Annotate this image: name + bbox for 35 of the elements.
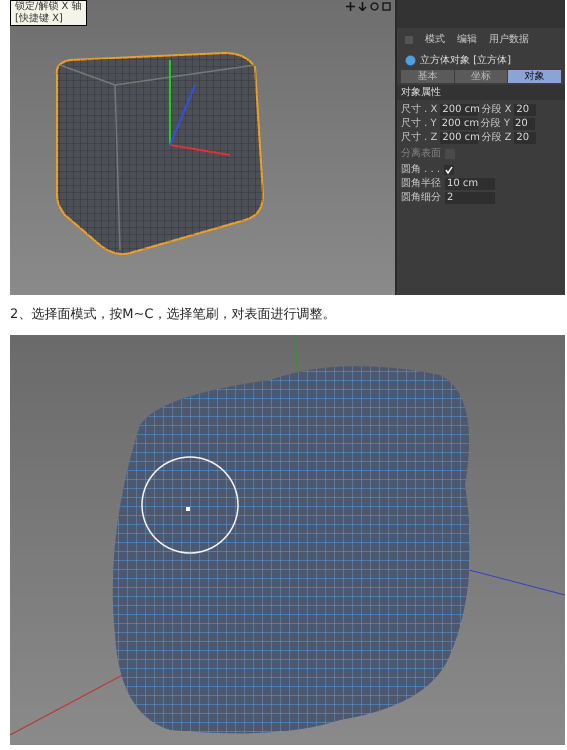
arrow-down-icon[interactable] — [358, 2, 367, 11]
field-label: 分离表面 — [401, 148, 441, 160]
number-field[interactable]: 200 cm — [440, 104, 478, 116]
tab[interactable]: 坐标 — [454, 70, 508, 83]
tooltip-text: [快捷键 X] — [15, 13, 64, 25]
number-field[interactable]: 20 — [514, 104, 536, 116]
field-label: 分段 Z — [481, 132, 512, 144]
tooltip-text: 锁定/解锁 X 轴 — [15, 1, 82, 12]
field-label: 尺寸 . Y — [401, 118, 437, 130]
field-label: 分段 Y — [480, 118, 510, 130]
number-field[interactable]: 200 cm — [440, 118, 478, 130]
menu-item[interactable]: 用户数据 — [489, 32, 529, 47]
frame-icon[interactable] — [382, 2, 391, 11]
number-field[interactable]: 200 cm — [440, 132, 478, 144]
rotate-icon[interactable] — [370, 2, 379, 11]
move-icon[interactable] — [346, 2, 355, 11]
field-label: 圆角细分 — [401, 192, 441, 204]
field-label: 尺寸 . Z — [401, 132, 438, 144]
number-field[interactable]: 10 cm — [445, 178, 495, 190]
number-field[interactable]: 20 — [512, 118, 535, 130]
menu-item[interactable]: 模式 — [425, 32, 445, 47]
number-field[interactable]: 2 — [445, 192, 495, 204]
field-label: 圆角半径 — [401, 178, 441, 190]
object-title: 立方体对象 [立方体] — [420, 54, 511, 68]
field-label: 尺寸 . X — [401, 104, 438, 116]
caption: 2、选择面模式，按M~C，选择笔刷，对表面进行调整。 — [10, 306, 336, 324]
tab[interactable]: 对象 — [508, 70, 562, 83]
checkbox[interactable] — [444, 165, 454, 175]
tab[interactable]: 基本 — [401, 70, 454, 83]
field-label: 圆角 . . . — [401, 164, 440, 176]
field-label: 分段 X — [481, 104, 512, 116]
section-header: 对象属性 — [397, 85, 565, 100]
number-field[interactable]: 20 — [514, 132, 536, 144]
menu-item[interactable]: 编辑 — [457, 32, 477, 47]
checkbox-icon — [405, 36, 413, 44]
